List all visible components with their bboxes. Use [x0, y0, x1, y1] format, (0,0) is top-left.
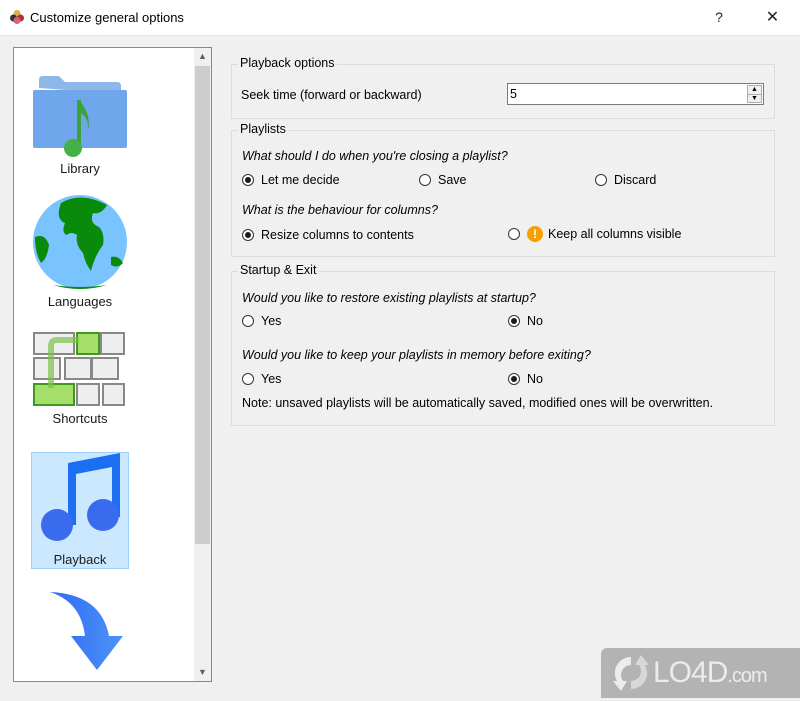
radio-resize-columns[interactable]: Resize columns to contents [242, 228, 414, 242]
restore-question: Would you like to restore existing playl… [242, 291, 536, 305]
music-note-icon [41, 453, 120, 541]
radio-indicator[interactable] [508, 315, 520, 327]
app-logo-icon [10, 10, 24, 24]
nav-item-more[interactable] [31, 588, 129, 678]
close-button[interactable]: ✕ [755, 0, 790, 35]
category-list: Library Languages Shortcuts Playback ▲ ▼ [13, 47, 212, 682]
radio-indicator[interactable] [242, 229, 254, 241]
radio-indicator[interactable] [508, 228, 520, 240]
radio-label: Yes [261, 372, 282, 386]
radio-memory-no[interactable]: No [508, 372, 543, 386]
radio-let-me-decide[interactable]: Let me decide [242, 173, 340, 187]
nav-label: Shortcuts [52, 411, 108, 426]
radio-label: Discard [614, 173, 657, 187]
radio-restore-no[interactable]: No [508, 314, 543, 328]
scroll-up-button[interactable]: ▲ [194, 48, 211, 65]
title-bar: Customize general options ? ✕ [0, 0, 800, 36]
spin-buttons: ▲ ▼ [747, 85, 762, 103]
radio-label: Yes [261, 314, 282, 328]
seek-time-label: Seek time (forward or backward) [241, 88, 422, 102]
watermark-logo-icon [613, 655, 649, 691]
group-title: Playback options [238, 56, 337, 70]
radio-label: No [527, 314, 543, 328]
radio-indicator[interactable] [242, 373, 254, 385]
nav-item-languages[interactable]: Languages [31, 193, 129, 318]
memory-question: Would you like to keep your playlists in… [242, 348, 591, 362]
nav-item-library[interactable]: Library [31, 66, 129, 186]
keyboard-icon [33, 332, 125, 406]
note-text: Note: unsaved playlists will be automati… [242, 396, 714, 410]
radio-indicator[interactable] [508, 373, 520, 385]
radio-save[interactable]: Save [419, 173, 467, 187]
radio-label: Let me decide [261, 173, 340, 187]
radio-discard[interactable]: Discard [595, 173, 656, 187]
nav-item-shortcuts[interactable]: Shortcuts [31, 328, 129, 443]
nav-scrollbar[interactable]: ▲ ▼ [194, 48, 211, 681]
radio-label: Resize columns to contents [261, 228, 414, 242]
group-title: Playlists [238, 122, 288, 136]
columns-question: What is the behaviour for columns? [242, 203, 438, 217]
arrow-down-icon [50, 592, 123, 670]
radio-label: Keep all columns visible [548, 227, 682, 241]
nav-label: Playback [53, 552, 107, 567]
help-button[interactable]: ? [704, 0, 734, 35]
radio-keep-columns-visible[interactable]: ! Keep all columns visible [508, 226, 681, 242]
seek-time-input[interactable] [510, 86, 740, 102]
nav-item-playback[interactable]: Playback [31, 452, 129, 569]
scroll-down-button[interactable]: ▼ [194, 664, 211, 681]
radio-restore-yes[interactable]: Yes [242, 314, 281, 328]
closing-question: What should I do when you're closing a p… [242, 149, 508, 163]
nav-label: Library [60, 161, 100, 176]
spin-down-button[interactable]: ▼ [748, 94, 761, 103]
radio-indicator[interactable] [242, 174, 254, 186]
watermark-text: LO4D.com [653, 656, 768, 689]
scroll-thumb[interactable] [195, 66, 210, 544]
globe-icon [33, 195, 127, 289]
seek-time-spinbox[interactable]: ▲ ▼ [507, 83, 764, 105]
radio-indicator[interactable] [595, 174, 607, 186]
nav-label: Languages [47, 294, 113, 309]
watermark: LO4D.com [601, 648, 800, 698]
radio-memory-yes[interactable]: Yes [242, 372, 281, 386]
radio-label: No [527, 372, 543, 386]
window-title: Customize general options [30, 10, 184, 25]
warning-icon: ! [527, 226, 543, 242]
group-title: Startup & Exit [238, 263, 319, 277]
folder-music-icon [33, 76, 127, 157]
radio-label: Save [438, 173, 467, 187]
radio-indicator[interactable] [242, 315, 254, 327]
radio-indicator[interactable] [419, 174, 431, 186]
spin-up-button[interactable]: ▲ [748, 86, 761, 94]
